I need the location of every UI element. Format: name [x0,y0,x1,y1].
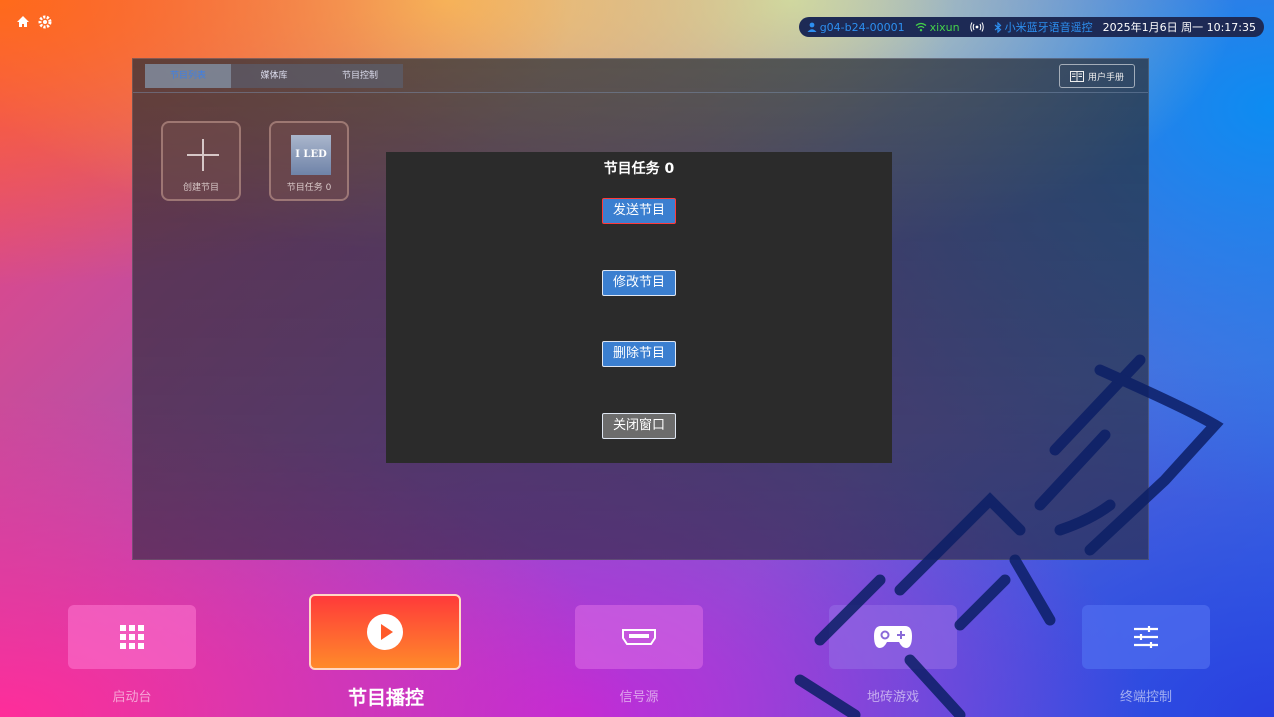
datetime-text: 2025年1月6日 周一 10:17:35 [1102,21,1256,34]
tab-program-list[interactable]: 节目列表 [145,64,231,88]
signal-source-button[interactable] [575,605,703,669]
hotspot-icon [969,22,984,32]
hdmi-icon [622,629,656,645]
status-pill: g04-b24-00001 xixun 小米蓝牙语音遥控 2025年1月6日 周… [798,17,1264,37]
account-text: g04-b24-00001 [819,20,905,34]
account-status: g04-b24-00001 [807,21,905,34]
user-manual-label: 用户手册 [1087,72,1124,83]
program-task-dialog: 节目任务 0 发送节目 修改节目 删除节目 关闭窗口 [386,152,892,463]
send-program-button[interactable]: 发送节目 [602,198,676,224]
program-control-button[interactable] [309,594,461,670]
status-bar: g04-b24-00001 xixun 小米蓝牙语音遥控 2025年1月6日 周… [0,0,1274,52]
book-icon [1069,70,1084,82]
program-task-label: 节目任务 0 [286,183,332,193]
launcher-button[interactable] [68,605,196,669]
launcher-label: 启动台 [112,690,152,705]
wifi-icon [915,22,926,32]
wifi-text: xixun [929,20,960,34]
bluetooth-text: 小米蓝牙语音遥控 [1004,21,1093,34]
bluetooth-icon [994,21,1002,33]
create-program-label: 创建节目 [182,183,219,193]
tile-game-label: 地砖游戏 [866,690,919,705]
terminal-control-label: 终端控制 [1119,690,1172,705]
plus-icon [187,139,219,171]
delete-program-button[interactable]: 删除节目 [602,341,676,367]
signal-source-label: 信号源 [619,690,659,705]
close-window-button[interactable]: 关闭窗口 [602,413,676,439]
tab-program-control[interactable]: 节目控制 [317,64,403,88]
sliders-icon [1134,626,1158,648]
top-left-icons [16,14,52,29]
wifi-status: xixun [915,21,960,34]
settings-icon[interactable] [38,14,52,29]
create-program-tile[interactable]: 创建节目 [161,121,241,201]
tile-game-button[interactable] [829,605,957,669]
play-icon [367,614,403,650]
panel-divider [133,92,1148,93]
program-control-label: 节目播控 [347,687,424,709]
terminal-control-button[interactable] [1082,605,1210,669]
user-icon [807,22,817,32]
tab-media-library[interactable]: 媒体库 [231,64,317,88]
bluetooth-status: 小米蓝牙语音遥控 [994,19,1093,35]
grid-icon [120,625,144,649]
edit-program-button[interactable]: 修改节目 [602,270,676,296]
hotspot-status [969,22,984,32]
user-manual-button[interactable]: 用户手册 [1059,64,1135,88]
panel-tabs: 节目列表 媒体库 节目控制 [145,64,403,88]
gamepad-icon [874,626,912,648]
program-task-tile[interactable]: I LED 节目任务 0 [269,121,349,201]
dialog-title: 节目任务 0 [603,161,675,177]
home-icon[interactable] [16,14,30,28]
program-thumbnail: I LED [291,135,331,175]
